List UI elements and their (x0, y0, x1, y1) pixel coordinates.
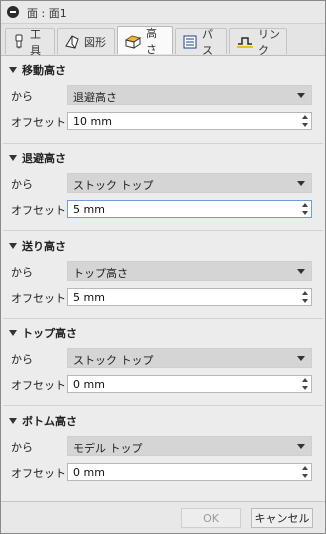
section-divider (3, 143, 323, 144)
spin-down-icon[interactable] (302, 474, 308, 478)
spin-up-icon[interactable] (302, 291, 308, 295)
collapse-triangle-icon (9, 155, 17, 161)
section-title: ボトム高さ (22, 415, 77, 428)
offset-input[interactable]: 5 mm (67, 200, 312, 218)
dropdown-arrow-icon (297, 93, 305, 98)
spin-up-icon[interactable] (302, 203, 308, 207)
dropdown-arrow-icon (297, 356, 305, 361)
section-title: トップ高さ (22, 327, 77, 340)
spin-down-icon[interactable] (302, 123, 308, 127)
from-select-value: トップ高さ (73, 267, 128, 280)
offset-value: 5 mm (73, 203, 105, 216)
section-header[interactable]: 退避高さ (9, 150, 66, 166)
section-clearance-height: 移動高さ から 退避高さ オフセット 10 mm (1, 62, 325, 142)
section-title: 移動高さ (22, 64, 66, 77)
geometry-icon (64, 34, 80, 50)
tab-link[interactable]: リンク (229, 28, 287, 57)
offset-label: オフセット (11, 379, 66, 392)
tab-tool-label: 工具 (30, 27, 41, 57)
spin-down-icon[interactable] (302, 211, 308, 215)
tab-height-label: 高さ (146, 26, 157, 56)
offset-input[interactable]: 5 mm (67, 288, 312, 306)
offset-spinner[interactable] (301, 114, 309, 128)
from-label: から (11, 353, 33, 366)
title-bar[interactable]: 面 : 面1 (1, 1, 325, 24)
tab-geometry[interactable]: 図形 (57, 28, 115, 54)
tab-content: 移動高さ から 退避高さ オフセット 10 mm 退避高さ から ストック トッ… (1, 57, 325, 497)
tab-path[interactable]: パス (175, 28, 227, 57)
section-header[interactable]: 移動高さ (9, 62, 66, 78)
from-label: から (11, 266, 33, 279)
section-header[interactable]: トップ高さ (9, 325, 77, 341)
collapse-triangle-icon (9, 418, 17, 424)
tab-link-label: リンク (258, 27, 280, 57)
offset-spinner[interactable] (301, 377, 309, 391)
spin-up-icon[interactable] (302, 378, 308, 382)
offset-label: オフセット (11, 467, 66, 480)
dialog-title: 面 : 面1 (27, 7, 67, 20)
dropdown-arrow-icon (297, 444, 305, 449)
tab-bar: 工具 図形 高さ パス リンク (1, 24, 325, 57)
collapse-triangle-icon (9, 67, 17, 73)
offset-value: 0 mm (73, 378, 105, 391)
from-select-value: ストック トップ (73, 179, 154, 192)
from-select[interactable]: ストック トップ (67, 348, 312, 368)
from-select[interactable]: 退避高さ (67, 85, 312, 105)
section-retract-height: 退避高さ から ストック トップ オフセット 5 mm (1, 150, 325, 230)
offset-input[interactable]: 0 mm (67, 463, 312, 481)
section-divider (3, 230, 323, 231)
from-label: から (11, 441, 33, 454)
from-select[interactable]: トップ高さ (67, 261, 312, 281)
section-bottom-height: ボトム高さ から モデル トップ オフセット 0 mm (1, 413, 325, 495)
section-title: 退避高さ (22, 152, 66, 165)
section-top-height: トップ高さ から ストック トップ オフセット 0 mm (1, 325, 325, 405)
from-select[interactable]: ストック トップ (67, 173, 312, 193)
tab-height[interactable]: 高さ (117, 26, 173, 56)
from-select[interactable]: モデル トップ (67, 436, 312, 456)
offset-label: オフセット (11, 204, 66, 217)
offset-input[interactable]: 10 mm (67, 112, 312, 130)
from-select-value: モデル トップ (73, 442, 143, 455)
from-select-value: ストック トップ (73, 354, 154, 367)
offset-spinner[interactable] (301, 465, 309, 479)
dropdown-arrow-icon (297, 269, 305, 274)
offset-label: オフセット (11, 292, 66, 305)
spin-up-icon[interactable] (302, 466, 308, 470)
spin-down-icon[interactable] (302, 299, 308, 303)
from-label: から (11, 90, 33, 103)
spin-up-icon[interactable] (302, 115, 308, 119)
dialog-footer: OK キャンセル (1, 501, 325, 533)
spin-down-icon[interactable] (302, 386, 308, 390)
link-icon (236, 34, 254, 50)
offset-spinner[interactable] (301, 290, 309, 304)
offset-spinner[interactable] (301, 202, 309, 216)
tab-path-label: パス (202, 27, 213, 57)
section-header[interactable]: 送り高さ (9, 238, 66, 254)
path-icon (182, 34, 198, 50)
offset-label: オフセット (11, 116, 66, 129)
collapse-icon[interactable] (7, 6, 19, 18)
dialog-window: 面 : 面1 工具 図形 高さ パス リンク 移動高さ から 退避高さ オフセッ… (0, 0, 326, 534)
collapse-triangle-icon (9, 330, 17, 336)
tab-geometry-label: 図形 (84, 35, 106, 49)
ok-button[interactable]: OK (181, 508, 241, 528)
offset-input[interactable]: 0 mm (67, 375, 312, 393)
dropdown-arrow-icon (297, 181, 305, 186)
tool-icon (12, 34, 26, 50)
offset-value: 5 mm (73, 291, 105, 304)
section-header[interactable]: ボトム高さ (9, 413, 77, 429)
cancel-button[interactable]: キャンセル (251, 508, 313, 528)
section-title: 送り高さ (22, 240, 66, 253)
section-feed-height: 送り高さ から トップ高さ オフセット 5 mm (1, 238, 325, 318)
section-divider (3, 318, 323, 319)
from-select-value: 退避高さ (73, 91, 117, 104)
collapse-triangle-icon (9, 243, 17, 249)
offset-value: 10 mm (73, 115, 112, 128)
offset-value: 0 mm (73, 466, 105, 479)
from-label: から (11, 178, 33, 191)
tab-tool[interactable]: 工具 (5, 28, 55, 57)
height-icon (124, 33, 142, 49)
section-divider (3, 405, 323, 406)
